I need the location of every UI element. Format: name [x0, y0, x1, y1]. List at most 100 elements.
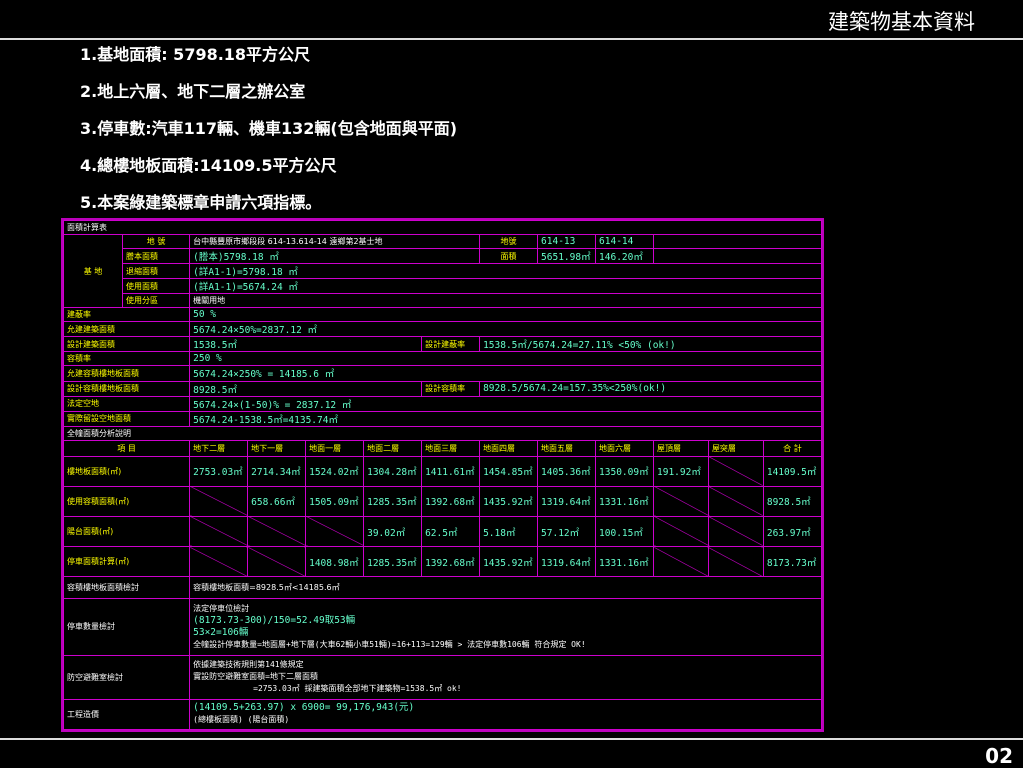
table-cell: 1319.64㎡ [537, 485, 597, 517]
open-space-value: 5674.24×(1-50)% = 2837.12 ㎡ [189, 395, 822, 412]
design-far-label: 設計容積樓地板面積 [62, 380, 191, 397]
table-cell: 1350.09㎡ [595, 455, 655, 487]
list-item: 3.停車數:汽車117輛、機車132輛(包含地面與平面) [80, 119, 458, 138]
table-cell: 1285.35㎡ [363, 546, 423, 578]
info-list: 1.基地面積: 5798.18平方公尺 2.地上六層、地下二層之辦公室 3.停車… [80, 44, 457, 229]
table-cell: 1524.02㎡ [305, 455, 365, 487]
zone-label: 使用分區 [121, 293, 191, 309]
shelter-line: 實設防空避難室面積=地下二層面積 [193, 672, 318, 682]
top-divider [0, 38, 1023, 40]
table-cell: 5.18㎡ [479, 515, 539, 548]
table-row: 停車面積計算(㎡) 1408.98㎡ 1285.35㎡ 1392.68㎡ 143… [62, 546, 823, 578]
actual-open-space-value: 5674.24-1538.5㎡=4135.74㎡ [189, 410, 822, 427]
column-header: 地下二層 [189, 439, 249, 457]
column-header: 地面五層 [537, 439, 597, 457]
column-header: 地面四層 [479, 439, 539, 457]
design-coverage-value: 1538.5㎡ [189, 336, 423, 353]
table-cell: 8173.73㎡ [762, 546, 823, 578]
allow-far-label: 允建容積樓地板面積 [62, 365, 191, 382]
parking-check-value: 法定停車位檢討 (8173.73-300)/150=52.49取53輛 53×2… [189, 598, 822, 656]
table-cell [707, 515, 764, 548]
table-cell: 1408.98㎡ [305, 546, 365, 578]
table-row: 使用容積面積(㎡) 658.66㎡ 1505.09㎡ 1285.35㎡ 1392… [62, 485, 823, 517]
table-cell: 1331.16㎡ [595, 485, 655, 517]
page-number: 02 [985, 744, 1013, 768]
table-cell [189, 515, 249, 548]
table-cell: 57.12㎡ [537, 515, 597, 548]
cost-label: 工程造價 [62, 698, 191, 731]
table-cell: 1392.68㎡ [421, 546, 481, 578]
cost-line: (14109.5+263.97) x 6900= 99,176,943(元) [193, 702, 415, 714]
table-cell: 8928.5㎡ [762, 485, 823, 517]
row-label: 停車面積計算(㎡) [62, 546, 191, 578]
table-cell: 39.02㎡ [363, 515, 423, 548]
table-cell: 2714.34㎡ [247, 455, 307, 487]
table-cell: 1454.85㎡ [479, 455, 539, 487]
area-calculation-drawing: 面積計算表 基 地 地 號 台中縣豐原市鄉段段 614-13.614-14 遠鄉… [61, 218, 824, 732]
list-item: 1.基地面積: 5798.18平方公尺 [80, 45, 311, 64]
column-header: 合 計 [762, 439, 823, 457]
reduced-label: 退縮面積 [121, 263, 191, 280]
column-header: 地下一層 [247, 439, 307, 457]
table-cell [653, 546, 709, 578]
list-item: 2.地上六層、地下二層之辦公室 [80, 82, 306, 101]
shelter-check-label: 防空避難室檢討 [62, 654, 191, 700]
design-ratio-label: 設計建蔽率 [421, 336, 481, 353]
column-header: 屋突層 [707, 439, 764, 457]
location-label: 地 號 [121, 234, 191, 250]
table-cell: 1405.36㎡ [537, 455, 597, 487]
location-value: 台中縣豐原市鄉段段 614-13.614-14 遠鄉第2基士地 [189, 234, 481, 250]
table-cell: 1392.68㎡ [421, 485, 481, 517]
cost-line: (總樓板面積) (陽台面積) [193, 715, 290, 725]
table-cell: 2753.03㎡ [189, 455, 249, 487]
zone-value: 機關用地 [189, 293, 822, 309]
table-cell: 1435.92㎡ [479, 546, 539, 578]
table-heading: 面積計算表 [63, 219, 822, 236]
column-header: 屋頂層 [653, 439, 709, 457]
table-cell [189, 546, 249, 578]
table-cell [653, 515, 709, 548]
allow-far-value: 5674.24×250% = 14185.6 ㎡ [189, 365, 822, 382]
actual-open-space-label: 實際留設空地面積 [62, 410, 191, 427]
coverage-label: 建蔽率 [62, 307, 191, 323]
area-calculation-table: 面積計算表 基 地 地 號 台中縣豐原市鄉段段 614-13.614-14 遠鄉… [62, 219, 823, 731]
table-cell [305, 515, 365, 548]
row-label: 樓地板面積(㎡) [62, 455, 191, 487]
floor-analysis-heading: 全幢面積分析說明 [63, 425, 822, 441]
table-cell: 1331.16㎡ [595, 546, 655, 578]
area-1: 5651.98㎡ [537, 248, 597, 265]
coverage-value: 50 % [189, 307, 822, 323]
lot-label: 地號 [479, 234, 539, 250]
design-far-value: 8928.5㎡ [189, 380, 423, 397]
design-far-ratio-label: 設計容積率 [421, 380, 481, 397]
table-cell: 100.15㎡ [595, 515, 655, 548]
row-label: 使用容積面積(㎡) [62, 485, 191, 517]
table-cell: 1505.09㎡ [305, 485, 365, 517]
table-cell: 263.97㎡ [762, 515, 823, 548]
table-cell [189, 485, 249, 517]
area-2: 146.20㎡ [595, 248, 655, 265]
shelter-line: 依據建築技術規則第141條規定 [193, 660, 304, 670]
parking-line: 53×2=106輛 [193, 626, 249, 638]
area-label: 面積 [479, 248, 539, 265]
table-cell [247, 546, 307, 578]
design-far-ratio-value: 8928.5/5674.24=157.35%<250%(ok!) [479, 380, 822, 397]
design-coverage-label: 設計建築面積 [62, 336, 191, 353]
ledger-label: 謄本面積 [121, 248, 191, 265]
table-cell [653, 485, 709, 517]
column-header: 項 目 [62, 439, 191, 457]
column-header: 地面六層 [595, 439, 655, 457]
table-cell: 1319.64㎡ [537, 546, 597, 578]
column-header: 地面二層 [363, 439, 423, 457]
used-label: 使用面積 [121, 278, 191, 295]
table-cell: 1304.28㎡ [363, 455, 423, 487]
far-check-value: 容積樓地板面積=8928.5㎡<14185.6㎡ [189, 576, 822, 600]
bottom-divider [0, 738, 1023, 740]
allow-coverage-label: 允建建築面積 [62, 321, 191, 338]
design-ratio-value: 1538.5㎡/5674.24=27.11% <50% (ok!) [479, 336, 822, 353]
table-cell [707, 546, 764, 578]
page-title: 建築物基本資料 [828, 10, 975, 34]
far-check-label: 容積樓地板面積檢討 [62, 576, 191, 600]
parking-line: (8173.73-300)/150=52.49取53輛 [193, 614, 356, 626]
open-space-label: 法定空地 [62, 395, 191, 412]
